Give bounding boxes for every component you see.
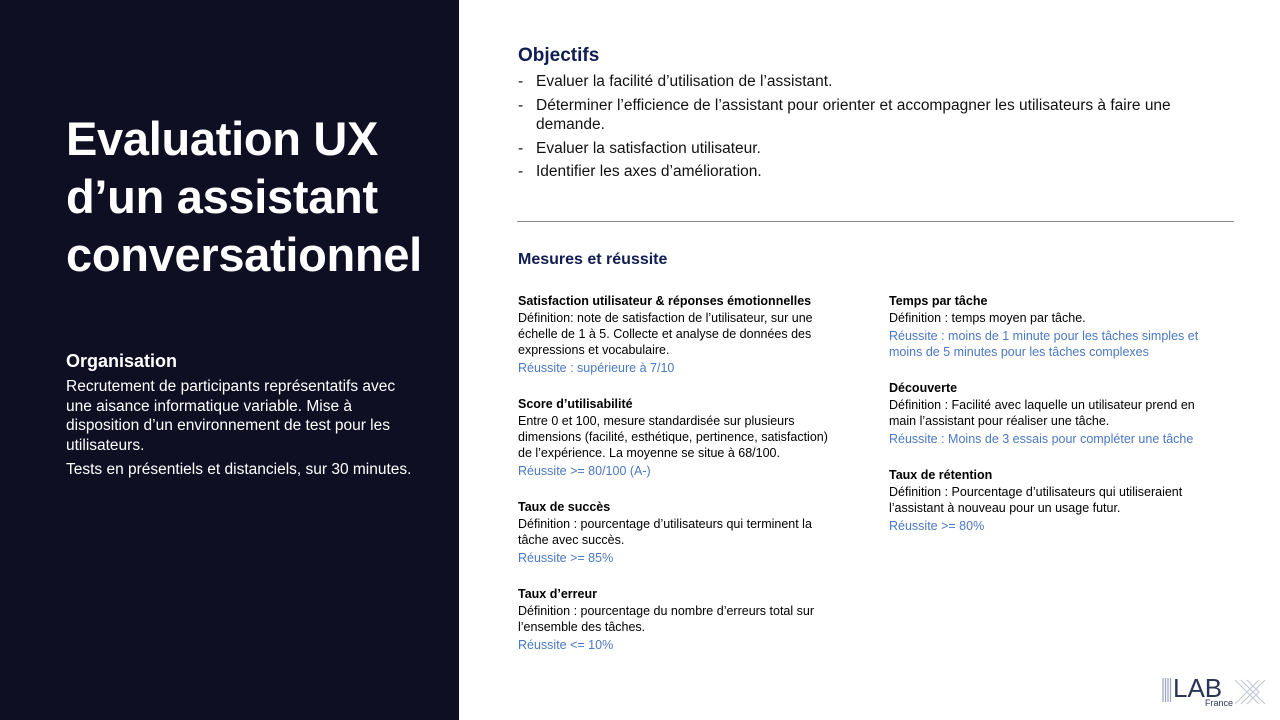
objective-item: - Evaluer la facilité d’utilisation de l’… (518, 73, 833, 90)
measure-success: Réussite >= 80% (889, 519, 985, 533)
organisation-heading: Organisation (66, 351, 178, 371)
title-line: conversationnel (66, 228, 422, 281)
slide-title: Evaluation UX d’un assistant conversatio… (66, 110, 451, 284)
organisation-paragraph: Tests en présentiels et distanciels, sur… (66, 461, 412, 478)
measure-title: Taux d’erreur (518, 587, 597, 601)
measures-column-right: Temps par tâche Définition : temps moyen… (889, 293, 1214, 554)
measure-success: Réussite : supérieure à 7/10 (518, 361, 675, 375)
measure-item: Satisfaction utilisateur & réponses émot… (518, 293, 838, 376)
objectives-heading: Objectifs (518, 45, 600, 66)
measure-definition: Entre 0 et 100, mesure standardisée sur … (518, 414, 828, 460)
measure-success: Réussite : Moins de 3 essais pour complé… (889, 432, 1194, 446)
measure-item: Découverte Définition : Facilité avec la… (889, 380, 1214, 447)
title-line: Evaluation UX (66, 112, 379, 165)
measure-title: Score d’utilisabilité (518, 397, 633, 411)
measure-title: Découverte (889, 381, 958, 395)
dash-bullet: - (518, 96, 524, 114)
measure-definition: Définition : pourcentage d’utilisateurs … (518, 517, 812, 547)
measure-item: Taux d’erreur Définition : pourcentage d… (518, 586, 838, 653)
section-divider (517, 221, 1234, 222)
measure-success: Réussite >= 80/100 (A-) (518, 464, 651, 478)
measure-item: Taux de rétention Définition : Pourcenta… (889, 467, 1214, 534)
organisation-paragraph: Recrutement de participants représentati… (66, 378, 396, 454)
measure-definition: Définition : Facilité avec laquelle un u… (889, 398, 1195, 428)
organisation-section: Organisation Recrutement de participants… (66, 350, 416, 485)
title-panel: Evaluation UX d’un assistant conversatio… (0, 0, 459, 720)
measure-title: Satisfaction utilisateur & réponses émot… (518, 294, 812, 308)
dash-bullet: - (518, 163, 524, 180)
dash-bullet: - (518, 139, 524, 157)
measure-definition: Définition: note de satisfaction de l’ut… (518, 311, 813, 357)
measure-success: Réussite >= 85% (518, 551, 614, 565)
measure-item: Score d’utilisabilité Entre 0 et 100, me… (518, 396, 838, 479)
logo-subtext: France (1205, 698, 1233, 708)
objective-item: - Déterminer l’efficience de l’assistant … (518, 96, 1171, 134)
measure-success: Réussite <= 10% (518, 638, 614, 652)
objective-item: - Evaluer la satisfaction utilisateur. (518, 139, 761, 157)
content-panel: Objectifs - Evaluer la facilité d’utilisa… (459, 0, 1280, 720)
lab-france-logo: LAB France (1162, 673, 1266, 708)
measure-title: Taux de succès (518, 500, 611, 514)
measure-definition: Définition : temps moyen par tâche. (889, 311, 1086, 325)
measures-heading: Mesures et réussite (518, 251, 668, 268)
measure-definition: Définition : Pourcentage d’utilisateurs … (889, 485, 1183, 515)
measure-title: Taux de rétention (889, 468, 993, 482)
title-line: d’un assistant (66, 170, 378, 223)
objectives-section: Objectifs - Evaluer la facilité d’utilisa… (518, 45, 1238, 186)
measures-column-left: Satisfaction utilisateur & réponses émot… (518, 293, 838, 673)
measure-item: Taux de succès Définition : pourcentage … (518, 499, 838, 566)
dash-bullet: - (518, 73, 524, 90)
measure-item: Temps par tâche Définition : temps moyen… (889, 293, 1214, 360)
measure-success: Réussite : moins de 1 minute pour les tâ… (889, 329, 1199, 359)
measure-title: Temps par tâche (889, 294, 988, 308)
measure-definition: Définition : pourcentage du nombre d’err… (518, 604, 814, 634)
objective-item: - Identifier les axes d’amélioration. (518, 163, 762, 180)
